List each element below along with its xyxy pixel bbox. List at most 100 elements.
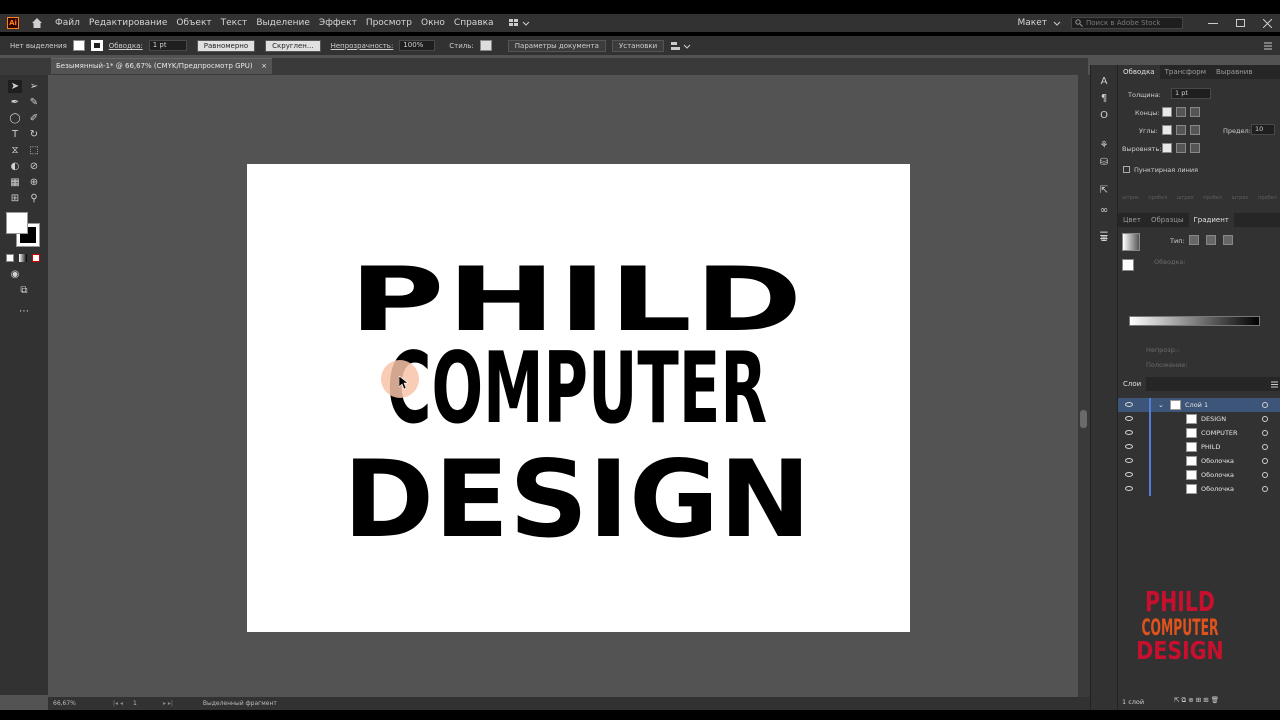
artboard[interactable]: PHILD COMPUTER DESIGN [247, 164, 910, 632]
target-circle-icon[interactable] [1262, 458, 1268, 464]
tab-swatches[interactable]: Образцы [1146, 213, 1189, 227]
align-options-icon[interactable] [670, 41, 692, 51]
panel-menu-icon[interactable] [1264, 42, 1272, 50]
drawing-modes-icon[interactable]: ◉ [8, 268, 22, 281]
prev-artboard-icon[interactable]: |◂ ◂ [113, 700, 123, 707]
chevron-down-icon[interactable] [1053, 19, 1061, 27]
screen-mode-icon[interactable]: ⧉ [17, 284, 31, 297]
miter-limit-input[interactable]: 10 [1251, 124, 1275, 135]
visibility-eye-icon[interactable] [1125, 444, 1133, 449]
minimize-icon[interactable] [1208, 22, 1218, 24]
envelope-text-artwork[interactable]: PHILD COMPUTER DESIGN [247, 164, 910, 632]
menu-object[interactable]: Объект [176, 18, 211, 28]
item-name[interactable]: Оболочка [1201, 457, 1234, 465]
export-panel-icon[interactable]: ⇱ [1097, 184, 1111, 197]
character-panel-icon[interactable]: A [1097, 75, 1111, 88]
linear-gradient-icon[interactable] [1189, 235, 1199, 245]
target-circle-icon[interactable] [1262, 486, 1268, 492]
stock-search-input[interactable]: Поиск в Adobe Stock [1071, 17, 1183, 29]
freeform-gradient-icon[interactable] [1223, 235, 1233, 245]
stroke-weight-input[interactable]: 1 pt [1171, 88, 1211, 99]
fill-swatch[interactable] [72, 40, 85, 51]
target-circle-icon[interactable] [1262, 430, 1268, 436]
fill-color-swatch[interactable] [6, 212, 28, 234]
radial-gradient-icon[interactable] [1206, 235, 1216, 245]
projecting-cap-icon[interactable] [1190, 107, 1200, 117]
target-circle-icon[interactable] [1262, 472, 1268, 478]
gap-field[interactable]: пробел [1258, 183, 1277, 203]
menu-file[interactable]: Файл [55, 18, 80, 28]
tab-gradient[interactable]: Градиент [1188, 213, 1234, 227]
tab-align[interactable]: Выравнив [1211, 65, 1257, 79]
target-circle-icon[interactable] [1262, 416, 1268, 422]
more-tools-icon[interactable]: ⋯ [17, 305, 31, 318]
menu-help[interactable]: Справка [454, 18, 494, 28]
dash-field[interactable]: штрих [1232, 183, 1249, 203]
width-tool-icon[interactable]: ⧖ [8, 144, 22, 157]
links-chain-icon[interactable]: ∞ [1097, 204, 1111, 217]
layer-name[interactable]: Слой 1 [1185, 401, 1208, 409]
paragraph-panel-icon[interactable]: ¶ [1097, 92, 1111, 105]
arrange-documents-icon[interactable] [508, 18, 531, 28]
layer-item-envelope[interactable]: Оболочка [1118, 468, 1280, 482]
artwork-line-design[interactable]: DESIGN [343, 439, 811, 562]
paintbrush-tool-icon[interactable]: ✐ [27, 112, 41, 125]
expand-chevron-icon[interactable]: ⌄ [1158, 401, 1164, 409]
tab-transform[interactable]: Трансформ [1160, 65, 1211, 79]
stroke-label[interactable]: Обводка: [109, 42, 143, 50]
menu-view[interactable]: Просмотр [366, 18, 412, 28]
dashed-line-checkbox[interactable] [1123, 166, 1130, 173]
visibility-eye-icon[interactable] [1125, 458, 1133, 463]
target-circle-icon[interactable] [1262, 402, 1268, 408]
target-circle-icon[interactable] [1262, 444, 1268, 450]
close-icon[interactable] [1263, 18, 1272, 28]
stroke-weight-field[interactable]: 1 pt [148, 40, 187, 51]
rotate-tool-icon[interactable]: ↻ [27, 128, 41, 141]
free-transform-tool-icon[interactable]: ⬚ [27, 144, 41, 157]
gradient-fill-indicator[interactable] [1122, 259, 1134, 271]
visibility-eye-icon[interactable] [1125, 416, 1133, 421]
zoom-tool-icon[interactable]: ⚲ [27, 192, 41, 205]
gap-field[interactable]: пробел [1148, 183, 1167, 203]
none-mode-button[interactable] [32, 254, 40, 262]
artboard-tool-icon[interactable]: ⊞ [8, 192, 22, 205]
tab-color[interactable]: Цвет [1118, 213, 1146, 227]
maximize-icon[interactable] [1236, 19, 1245, 27]
layer-item-envelope[interactable]: Оболочка [1118, 454, 1280, 468]
color-mode-button[interactable] [6, 254, 14, 262]
type-tool-icon[interactable]: T [8, 128, 22, 141]
bevel-join-icon[interactable] [1190, 125, 1200, 135]
menu-select[interactable]: Выделение [256, 18, 310, 28]
curvature-tool-icon[interactable]: ✎ [27, 96, 41, 109]
next-artboard-icon[interactable]: ▸ ▸| [163, 700, 173, 707]
shape-builder-tool-icon[interactable]: ◐ [8, 160, 22, 173]
document-tab[interactable]: Безымянный-1* @ 66,67% (CMYK/Предпросмот… [51, 58, 272, 74]
gradient-slider[interactable] [1129, 316, 1260, 326]
pen-tool-icon[interactable]: ✒ [8, 96, 22, 109]
layer-item-phild[interactable]: PHILD [1118, 440, 1280, 454]
blend-tool-icon[interactable]: ⊕ [27, 176, 41, 189]
menu-window[interactable]: Окно [421, 18, 445, 28]
visibility-eye-icon[interactable] [1125, 472, 1133, 477]
gap-field[interactable]: пробел [1203, 183, 1222, 203]
align-center-icon[interactable] [1162, 143, 1172, 153]
zoom-level-field[interactable]: 66,67% [53, 700, 93, 707]
dash-field[interactable]: штрих [1177, 183, 1194, 203]
align-inside-icon[interactable] [1176, 143, 1186, 153]
menu-edit[interactable]: Редактирование [89, 18, 168, 28]
miter-join-icon[interactable] [1162, 125, 1172, 135]
ellipse-tool-icon[interactable]: ◯ [8, 112, 22, 125]
variable-width-profile[interactable]: Равномерно [196, 39, 256, 52]
round-join-icon[interactable] [1176, 125, 1186, 135]
layers-panel-menu-icon[interactable] [1271, 381, 1278, 388]
artboard-number-field[interactable]: 1 [133, 700, 163, 707]
close-tab-icon[interactable]: × [261, 59, 267, 74]
eyedropper-tool-icon[interactable]: ⊘ [27, 160, 41, 173]
item-name[interactable]: Оболочка [1201, 471, 1234, 479]
tab-layers[interactable]: Слои [1118, 377, 1147, 391]
layer-item-computer[interactable]: COMPUTER [1118, 426, 1280, 440]
item-name[interactable]: COMPUTER [1201, 429, 1238, 437]
links-panel-icon[interactable]: ⚘ [1097, 139, 1111, 152]
opacity-label[interactable]: Непрозрачность: [331, 42, 394, 50]
direct-selection-tool-icon[interactable]: ➢ [27, 80, 41, 93]
